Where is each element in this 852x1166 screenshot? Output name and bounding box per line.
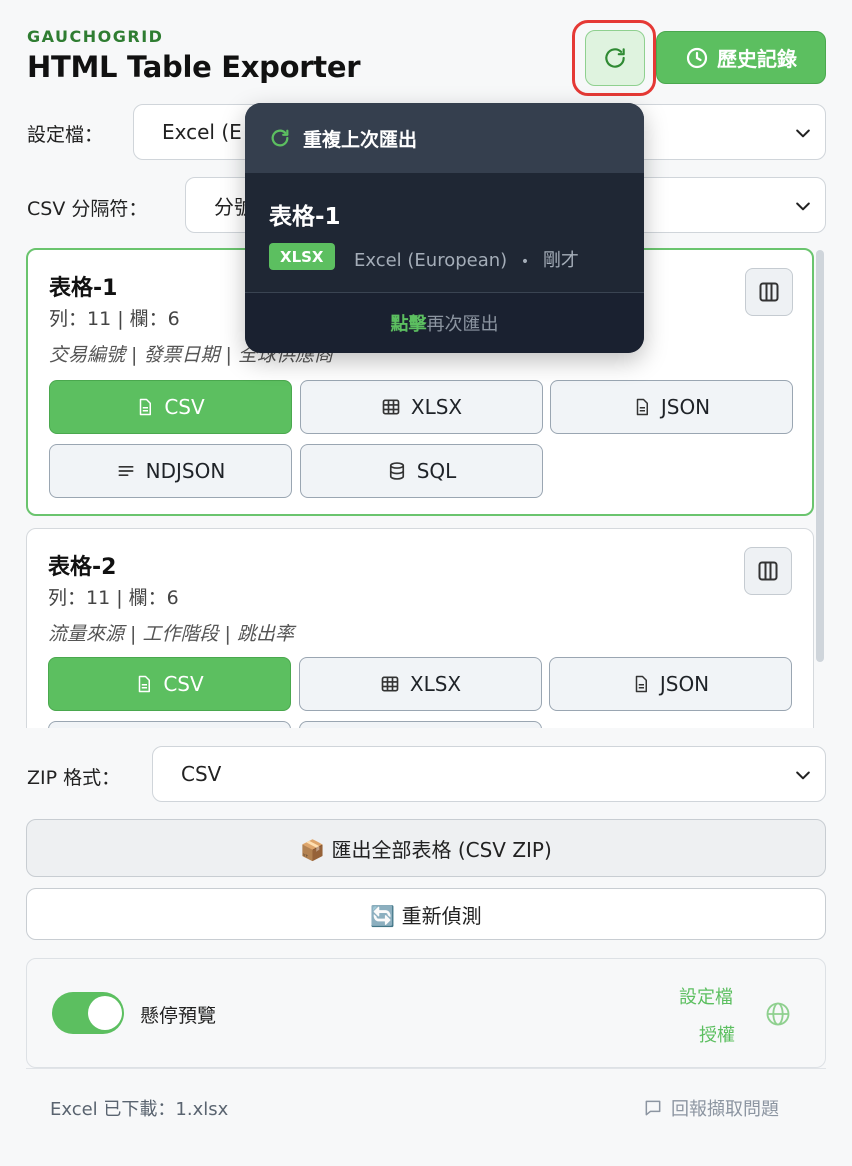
separator-dot: •	[520, 254, 530, 270]
export-csv-button[interactable]: CSV	[48, 657, 291, 711]
chevron-down-icon	[796, 771, 810, 780]
table-meta: 列：11 | 欄：6	[49, 308, 180, 330]
export-json-button[interactable]: JSON	[550, 380, 793, 434]
format-label: CSV	[164, 395, 205, 419]
popover-profile: Excel (European)	[354, 250, 508, 271]
table-icon	[382, 399, 400, 415]
repeat-last-export-button[interactable]	[585, 30, 645, 86]
columns-icon	[758, 561, 778, 581]
history-label: 歷史記錄	[717, 47, 797, 71]
refresh-icon	[605, 48, 625, 68]
comment-icon	[645, 1100, 661, 1116]
hover-preview-label: 懸停預覽	[140, 1005, 217, 1027]
export-all-label: 📦 匯出全部表格 (CSV ZIP)	[300, 837, 552, 862]
toggle-knob	[88, 996, 122, 1030]
zip-format-label: ZIP 格式：	[27, 767, 121, 789]
format-badge: XLSX	[269, 243, 335, 270]
database-icon	[389, 462, 404, 480]
license-link[interactable]: 授權	[699, 1021, 735, 1047]
export-sql-button[interactable]: SQL	[300, 444, 543, 498]
rescan-label: 🔄 重新偵測	[370, 903, 482, 928]
popover-header-label: 重複上次匯出	[303, 128, 418, 151]
table-meta: 列：11 | 欄：6	[48, 587, 179, 609]
popover-click-label: 點擊	[390, 314, 427, 335]
report-issue-label: 回報擷取問題	[671, 1099, 779, 1120]
zip-format-value: CSV	[181, 762, 222, 786]
popover-again-label: 再次匯出	[426, 314, 499, 335]
history-button[interactable]: 歷史記錄	[656, 31, 826, 84]
report-issue-link[interactable]: 回報擷取問題	[643, 1095, 779, 1121]
file-icon	[140, 398, 152, 416]
export-xlsx-button[interactable]: XLSX	[299, 657, 542, 711]
format-label: CSV	[163, 672, 204, 696]
zip-format-select[interactable]: CSV	[152, 746, 826, 802]
column-picker-button[interactable]	[744, 547, 792, 595]
file-icon	[139, 675, 151, 693]
format-label: NDJSON	[145, 459, 226, 483]
popover-time: 剛才	[542, 250, 579, 271]
export-xlsx-button[interactable]: XLSX	[300, 380, 543, 434]
export-all-button[interactable]: 📦 匯出全部表格 (CSV ZIP)	[26, 819, 826, 877]
profile-label: 設定檔：	[27, 124, 104, 146]
popover-header: 重複上次匯出	[245, 103, 644, 173]
export-csv-button[interactable]: CSV	[49, 380, 292, 434]
format-label: XLSX	[410, 395, 463, 419]
table-columns: 流量來源 | 工作階段 | 跳出率	[48, 623, 294, 645]
refresh-icon	[271, 129, 289, 147]
repeat-export-popover[interactable]: 重複上次匯出 表格-1 XLSX Excel (European) • 剛才 點…	[245, 103, 644, 353]
rescan-button[interactable]: 🔄 重新偵測	[26, 888, 826, 940]
columns-icon	[759, 282, 779, 302]
export-ndjson-button[interactable]	[48, 721, 291, 728]
language-button[interactable]	[764, 1000, 792, 1032]
clock-icon	[686, 47, 708, 68]
popover-table-title: 表格-1	[269, 204, 341, 230]
export-sql-button[interactable]	[299, 721, 542, 728]
app-title: HTML Table Exporter	[27, 50, 361, 84]
popover-footer: 點擊 再次匯出	[245, 293, 644, 353]
profile-link[interactable]: 設定檔	[679, 983, 733, 1009]
export-json-button[interactable]: JSON	[549, 657, 792, 711]
lines-icon	[118, 466, 134, 476]
table-card: 表格-2 列：11 | 欄：6 流量來源 | 工作階段 | 跳出率 CSV XL…	[26, 528, 814, 728]
chevron-down-icon	[796, 129, 810, 138]
file-icon	[636, 398, 648, 416]
popover-meta: Excel (European) • 剛才	[354, 246, 579, 272]
status-text: Excel 已下載：1.xlsx	[50, 1099, 229, 1120]
divider	[26, 1068, 826, 1069]
table-list-scrollbar[interactable]	[816, 250, 824, 662]
profile-value: Excel (E	[162, 120, 242, 144]
column-picker-button[interactable]	[745, 268, 793, 316]
format-label: JSON	[659, 672, 710, 696]
table-icon	[381, 676, 399, 692]
table-title: 表格-1	[49, 276, 118, 301]
csv-separator-label: CSV 分隔符：	[27, 198, 148, 220]
chevron-down-icon	[796, 202, 810, 211]
globe-icon	[766, 1002, 790, 1026]
table-title: 表格-2	[48, 555, 117, 580]
format-label: SQL	[416, 459, 457, 483]
export-ndjson-button[interactable]: NDJSON	[49, 444, 292, 498]
brand-label: GAUCHOGRID	[27, 27, 164, 46]
file-icon	[635, 675, 647, 693]
format-label: JSON	[660, 395, 711, 419]
format-label: XLSX	[409, 672, 462, 696]
